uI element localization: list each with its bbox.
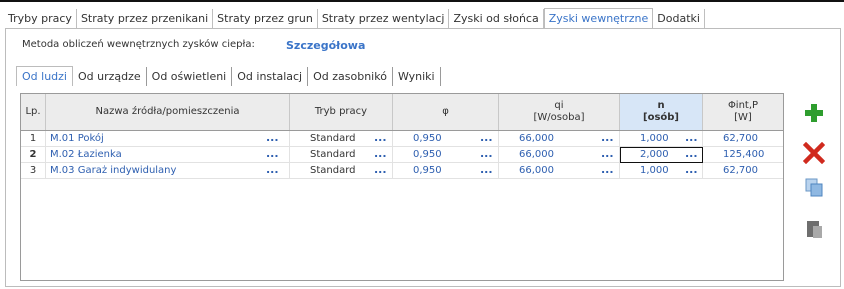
cell-lp: 1 <box>21 131 46 147</box>
cell-lp: 3 <box>21 163 46 179</box>
cell-name[interactable]: M.03 Garaż indywidulany <box>46 163 290 179</box>
ellipsis-button[interactable]: ... <box>601 163 614 177</box>
col-lp-label: Lp. <box>25 106 41 117</box>
col-qi[interactable]: qi [W/osoba] <box>499 94 620 130</box>
subtab-od-ludzi[interactable]: Od ludzi <box>16 66 73 86</box>
cell-name[interactable]: M.01 Pokój <box>46 131 290 147</box>
ellipsis-button[interactable]: ... <box>601 147 614 161</box>
ellipsis-button[interactable]: ... <box>601 131 614 145</box>
method-label: Metoda obliczeń wewnętrznych zysków ciep… <box>22 39 255 50</box>
ellipsis-button[interactable]: ... <box>480 163 493 177</box>
col-name-label: Nazwa źródła/pomieszczenia <box>95 106 240 117</box>
ellipsis-button[interactable]: ... <box>480 147 493 161</box>
col-n[interactable]: n [osób] <box>620 94 703 130</box>
col-pint-unit: [W] <box>734 112 752 123</box>
subtab-od-zasobnikow[interactable]: Od zasobnikó <box>308 66 393 86</box>
subtab-wyniki[interactable]: Wyniki <box>393 66 441 86</box>
table-row[interactable]: 2 M.02 Łazienka ... Standard ... 0,950 .… <box>21 147 783 163</box>
ellipsis-button[interactable]: ... <box>374 147 387 161</box>
ellipsis-button[interactable]: ... <box>685 131 698 145</box>
ellipsis-button[interactable]: ... <box>685 147 698 161</box>
table-row[interactable]: 1 M.01 Pokój ... Standard ... 0,950 ... … <box>21 131 783 147</box>
tab-zyski-wewnetrzne[interactable]: Zyski wewnętrzne <box>543 8 654 29</box>
ellipsis-button[interactable]: ... <box>266 147 279 161</box>
add-row-button[interactable] <box>802 101 826 125</box>
data-grid: Lp. Nazwa źródła/pomieszczenia Tryb prac… <box>20 93 784 281</box>
subtab-od-oswietlenia[interactable]: Od oświetleni <box>147 66 233 86</box>
tab-zyski-slonca[interactable]: Zyski od słońca <box>449 9 544 28</box>
cell-lp: 2 <box>21 147 46 163</box>
col-lp[interactable]: Lp. <box>21 94 46 130</box>
method-value[interactable]: Szczegółowa <box>286 39 365 52</box>
col-mode-label: Tryb pracy <box>314 106 368 117</box>
grid-header: Lp. Nazwa źródła/pomieszczenia Tryb prac… <box>21 94 783 131</box>
col-phi-label: φ <box>442 106 449 117</box>
copy-button[interactable] <box>802 175 826 199</box>
copy-icon <box>805 178 823 197</box>
paste-icon <box>807 221 822 238</box>
main-tabs: Tryby pracy Straty przez przenikani Stra… <box>4 6 705 29</box>
tab-straty-wentylacja[interactable]: Straty przez wentylacj <box>318 9 450 28</box>
col-phi[interactable]: φ <box>393 94 499 130</box>
ellipsis-button[interactable]: ... <box>266 163 279 177</box>
ellipsis-button[interactable]: ... <box>374 131 387 145</box>
plus-icon <box>805 104 823 122</box>
cell-pint[interactable]: 62,700 <box>703 131 783 147</box>
cell-pint[interactable]: 62,700 <box>703 163 783 179</box>
tab-dodatki[interactable]: Dodatki <box>653 9 705 28</box>
ellipsis-button[interactable]: ... <box>480 131 493 145</box>
col-qi-label: qi <box>554 100 564 111</box>
col-n-unit: [osób] <box>643 112 679 123</box>
top-border <box>0 0 844 2</box>
col-pint-label: Φint,P <box>727 100 759 111</box>
ellipsis-button[interactable]: ... <box>266 131 279 145</box>
tab-tryby-pracy[interactable]: Tryby pracy <box>4 9 77 28</box>
col-qi-unit: [W/osoba] <box>533 112 585 123</box>
ellipsis-button[interactable]: ... <box>685 163 698 177</box>
subtab-od-instalacji[interactable]: Od instalacj <box>232 66 309 86</box>
col-n-label: n <box>657 100 665 111</box>
delete-row-button[interactable] <box>802 141 826 165</box>
table-row[interactable]: 3 M.03 Garaż indywidulany ... Standard .… <box>21 163 783 179</box>
main-panel: Metoda obliczeń wewnętrznych zysków ciep… <box>5 28 841 287</box>
col-mode[interactable]: Tryb pracy <box>290 94 393 130</box>
tab-straty-przenikanie[interactable]: Straty przez przenikani <box>77 9 214 28</box>
ellipsis-button[interactable]: ... <box>374 163 387 177</box>
col-name[interactable]: Nazwa źródła/pomieszczenia <box>46 94 290 130</box>
cell-pint[interactable]: 125,400 <box>703 147 783 163</box>
tab-straty-grunt[interactable]: Straty przez grun <box>213 9 318 28</box>
subtab-od-urzadzen[interactable]: Od urządze <box>73 66 147 86</box>
cell-name[interactable]: M.02 Łazienka <box>46 147 290 163</box>
delete-x-icon <box>803 142 825 164</box>
paste-button[interactable] <box>802 217 826 241</box>
sub-tabs: Od ludzi Od urządze Od oświetleni Od ins… <box>16 65 441 87</box>
col-pint[interactable]: Φint,P [W] <box>703 94 783 130</box>
